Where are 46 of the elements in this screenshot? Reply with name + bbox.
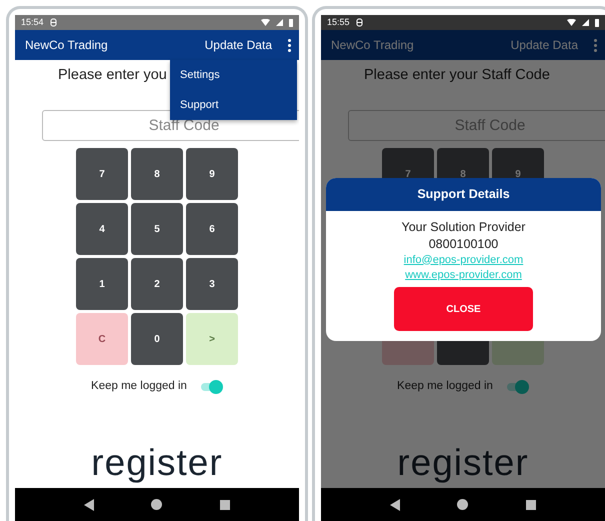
logo-text: register: [397, 442, 529, 484]
keep-logged-in-label: Keep me logged in: [397, 379, 493, 394]
keypad-key[interactable]: 0: [131, 313, 183, 365]
back-icon[interactable]: [390, 498, 400, 510]
battery-icon: [595, 18, 599, 26]
back-icon[interactable]: [84, 498, 94, 510]
signal-icon: [276, 19, 283, 26]
home-icon[interactable]: [457, 499, 468, 510]
status-time: 15:55: [327, 16, 350, 29]
status-time: 15:54: [21, 16, 44, 29]
app-title: NewCo Trading: [331, 37, 415, 54]
dialog-text: 0800100100: [428, 236, 498, 251]
keypad-key[interactable]: 3: [186, 258, 238, 310]
keypad-key[interactable]: 9: [186, 148, 238, 200]
more-options-icon[interactable]: [288, 38, 291, 52]
recents-icon[interactable]: [526, 500, 536, 510]
dialog-text: Your Solution Provider: [402, 220, 526, 234]
keypad-key[interactable]: C: [76, 313, 128, 365]
battery-icon: [289, 18, 293, 26]
keypad-key[interactable]: >: [186, 313, 238, 365]
update-data-link[interactable]: Update Data: [204, 36, 272, 54]
signal-icon: [582, 19, 589, 26]
keypad-key[interactable]: 7: [76, 148, 128, 200]
keypad-key[interactable]: 1: [76, 258, 128, 310]
keypad-key[interactable]: 2: [131, 258, 183, 310]
keep-logged-in-label: Keep me logged in: [91, 379, 187, 394]
menu-item[interactable]: Settings: [170, 60, 297, 90]
recents-icon[interactable]: [220, 500, 230, 510]
keypad-key[interactable]: 6: [186, 203, 238, 255]
update-data-link[interactable]: Update Data: [510, 36, 578, 54]
wifi-icon: [261, 19, 270, 26]
home-icon[interactable]: [151, 499, 162, 510]
notification-icon: [50, 18, 57, 27]
prompt-text: Please enter your Staff Code: [364, 67, 550, 83]
app-title: NewCo Trading: [25, 37, 109, 54]
logo-text: register: [91, 442, 223, 484]
prompt-text: Please enter you: [58, 67, 167, 83]
toggle-switch[interactable]: [198, 380, 223, 394]
notification-icon: [356, 18, 363, 27]
keypad-key[interactable]: 4: [76, 203, 128, 255]
wifi-icon: [567, 19, 576, 26]
close-button[interactable]: CLOSE: [394, 287, 533, 332]
dialog-title: Support Details: [326, 178, 601, 211]
toggle-switch[interactable]: [504, 380, 529, 394]
keypad-key[interactable]: 5: [131, 203, 183, 255]
keypad-key[interactable]: 8: [131, 148, 183, 200]
